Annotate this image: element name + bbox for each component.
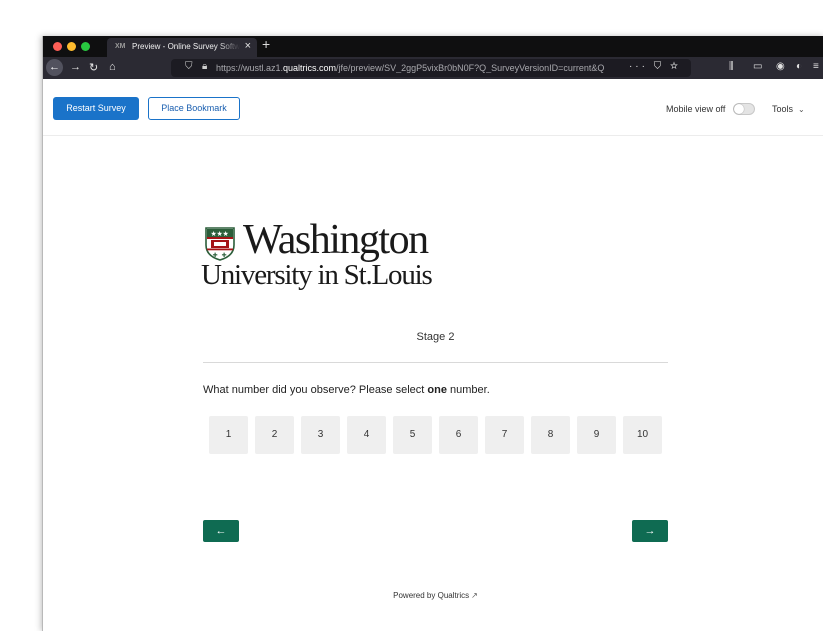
question-prefix: What number did you observe? Please sele… [203, 384, 428, 396]
university-shield-icon: ★ ★ ★ ✚ ✚ [205, 227, 235, 261]
answer-option-3[interactable]: 3 [301, 416, 340, 454]
library-icon[interactable]: ⫼ [729, 61, 734, 72]
restart-survey-button[interactable]: Restart Survey [53, 97, 139, 120]
close-window-button[interactable] [53, 42, 62, 51]
chevron-down-icon: ⌄ [798, 105, 805, 114]
divider [203, 362, 668, 363]
svg-text:★: ★ [223, 230, 229, 238]
tab-bar: XM Preview - Online Survey Software × + [43, 36, 823, 57]
place-bookmark-button[interactable]: Place Bookmark [148, 97, 240, 120]
question-suffix: number. [446, 384, 490, 396]
mobile-view-label: Mobile view off [666, 104, 726, 114]
previous-button[interactable]: ← [203, 520, 239, 542]
svg-text:✚: ✚ [213, 252, 218, 259]
answer-option-9[interactable]: 9 [577, 416, 616, 454]
external-link-icon: ↗ [471, 591, 478, 600]
home-icon[interactable]: ⌂ [109, 61, 116, 73]
question-emphasis: one [427, 384, 447, 396]
powered-by-link[interactable]: Powered by Qualtrics ↗ [203, 591, 668, 600]
new-tab-icon[interactable]: + [262, 36, 270, 52]
page-actions: ··· ⛉ ☆ [629, 61, 681, 72]
answer-option-8[interactable]: 8 [531, 416, 570, 454]
logo-wordmark-sub: University in St.Louis [201, 259, 433, 291]
sidebar-icon[interactable]: ▭ [753, 61, 762, 72]
powered-by-text: Powered by Qualtrics [393, 591, 470, 600]
address-bar[interactable]: ⛉ 🔒︎ https://wustl.az1.qualtrics.com/jfe… [171, 59, 691, 77]
mobile-view-toggle[interactable] [733, 103, 755, 115]
more-actions-icon[interactable]: ··· [629, 61, 648, 72]
answer-option-7[interactable]: 7 [485, 416, 524, 454]
minimize-window-button[interactable] [67, 42, 76, 51]
favicon-icon: XM [115, 43, 126, 50]
shield-tracking-icon[interactable]: ⛉ [185, 61, 193, 72]
question-text: What number did you observe? Please sele… [203, 384, 490, 396]
university-logo: ★ ★ ★ ✚ ✚ Washington University in St.Lo… [201, 217, 481, 303]
browser-tab[interactable]: XM Preview - Online Survey Software × [107, 38, 257, 57]
page-content: Restart Survey Place Bookmark Mobile vie… [43, 79, 823, 631]
answer-option-10[interactable]: 10 [623, 416, 662, 454]
toggle-knob [734, 104, 744, 114]
answer-option-5[interactable]: 5 [393, 416, 432, 454]
navigation-bar: ← → ↻ ⌂ ⛉ 🔒︎ https://wustl.az1.qualtrics… [43, 57, 823, 79]
pocket-icon[interactable]: ⛉ [654, 61, 665, 72]
tab-title: Preview - Online Survey Software [132, 42, 240, 51]
logo-wordmark-main: Washington [243, 217, 429, 263]
survey-preview-toolbar: Restart Survey Place Bookmark Mobile vie… [43, 79, 823, 136]
url-text[interactable]: https://wustl.az1.qualtrics.com/jfe/prev… [216, 63, 626, 73]
reload-icon[interactable]: ↻ [89, 61, 98, 74]
account-icon[interactable]: ◐ [796, 61, 802, 72]
answer-option-2[interactable]: 2 [255, 416, 294, 454]
close-tab-icon[interactable]: × [245, 40, 251, 52]
back-arrow-icon[interactable]: ← [46, 59, 63, 76]
extension-icon[interactable]: ◉ [776, 61, 785, 72]
menu-icon[interactable]: ≡ [813, 61, 819, 72]
answer-option-4[interactable]: 4 [347, 416, 386, 454]
svg-text:✚: ✚ [222, 252, 227, 259]
forward-arrow-icon[interactable]: → [70, 61, 81, 73]
bookmark-star-icon[interactable]: ☆ [670, 61, 681, 72]
lock-icon[interactable]: 🔒︎ [202, 61, 207, 72]
answer-option-1[interactable]: 1 [209, 416, 248, 454]
tools-menu[interactable]: Tools ⌄ [772, 104, 805, 114]
maximize-window-button[interactable] [81, 42, 90, 51]
tools-label: Tools [772, 104, 794, 114]
stage-label: Stage 2 [416, 331, 455, 343]
browser-window: XM Preview - Online Survey Software × + … [42, 36, 823, 631]
next-button[interactable]: → [632, 520, 668, 542]
answer-option-6[interactable]: 6 [439, 416, 478, 454]
